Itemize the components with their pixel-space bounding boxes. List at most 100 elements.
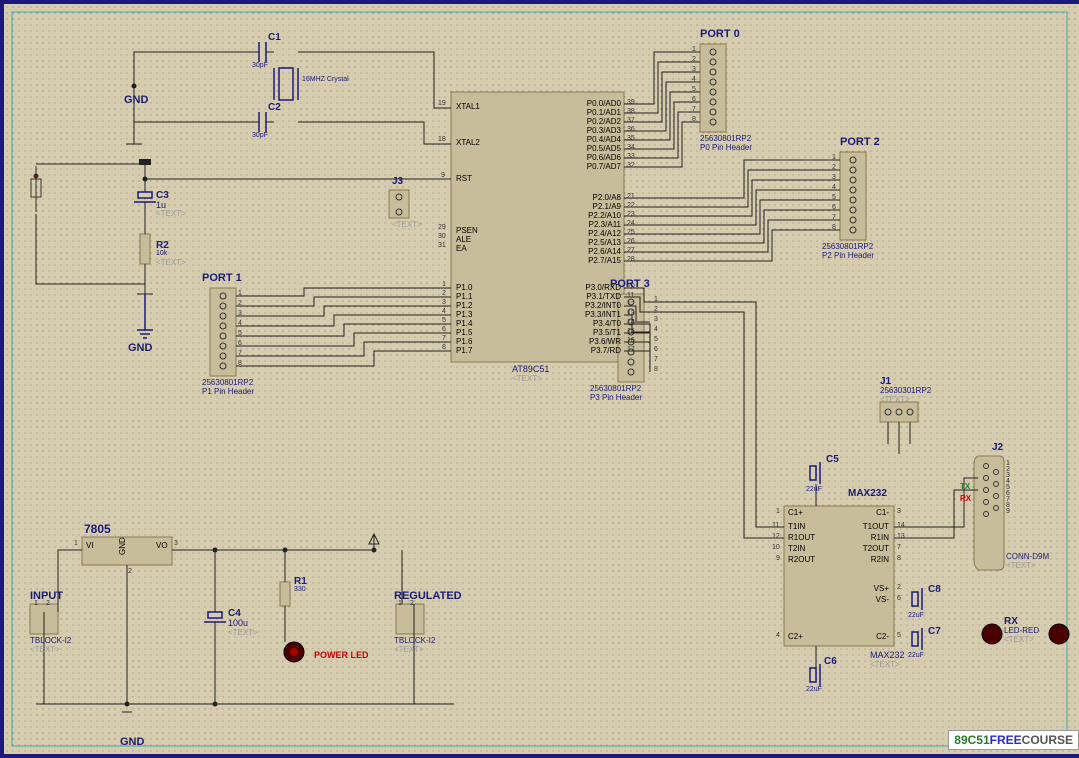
port0nums-pin3: 3 — [692, 66, 696, 73]
mcu-pn-r8: 21 — [627, 193, 635, 200]
port2-sub: P2 Pin Header — [822, 251, 874, 260]
max-c1m: C1- — [876, 508, 889, 517]
port2nums-pin2: 2 — [832, 164, 836, 171]
port3-sub: P3 Pin Header — [590, 393, 642, 402]
xtal-val: 16MHZ Crystal — [302, 76, 349, 83]
mcu-pin-p23: P2.3/A11 — [589, 220, 621, 229]
c2-val: 30pF — [252, 132, 268, 139]
port3nums-pin1: 1 — [654, 296, 658, 303]
mcu-pin-p17: P1.7 — [456, 346, 472, 355]
port3nums-pin7: 7 — [654, 356, 658, 363]
max-lp3: 10 — [772, 544, 780, 551]
mcu-pn-r18: 12 — [627, 301, 635, 308]
max-t2out: T2OUT — [863, 544, 889, 553]
port0nums-pin8: 8 — [692, 116, 696, 123]
powerled-label: POWER LED — [314, 650, 369, 660]
mcu-pin-p04: P0.4/AD4 — [587, 135, 621, 144]
port1nums-pin3: 3 — [238, 310, 242, 317]
mcu-pn-r4: 35 — [627, 135, 635, 142]
c6-ref: C6 — [824, 656, 837, 667]
c3-txt: <TEXT> — [156, 209, 186, 218]
gnd3: GND — [120, 736, 144, 748]
mcu-pn-r1: 38 — [627, 108, 635, 115]
mcu-pin-p36: P3.6/WR — [589, 337, 621, 346]
port1nums-pin2: 2 — [238, 300, 242, 307]
port0nums-pin7: 7 — [692, 106, 696, 113]
c5-val: 22uF — [806, 486, 822, 493]
j2-rx: RX — [960, 494, 971, 503]
mcu-pin-p26: P2.6/A14 — [588, 247, 621, 256]
mcu-pin-ale: ALE — [456, 235, 471, 244]
max-rp3: 7 — [897, 544, 901, 551]
mcu-pin-ea: EA — [456, 244, 467, 253]
in-p1: 1 — [34, 600, 38, 607]
mcu-pin-p16: P1.6 — [456, 337, 472, 346]
max-rp5: 2 — [897, 584, 901, 591]
port3-part: 25630801RP2 — [590, 384, 641, 393]
mcu-pn-r12: 25 — [627, 229, 635, 236]
port3nums-pin5: 5 — [654, 336, 658, 343]
port2nums-pin7: 7 — [832, 214, 836, 221]
schematic-canvas[interactable]: XTAL1 XTAL2 RST PSEN ALE EA P1.0 P1.1 P1… — [0, 0, 1079, 758]
j3-ref: J3 — [392, 176, 403, 187]
mcu-pn-r10: 23 — [627, 211, 635, 218]
max-c2m: C2- — [876, 632, 889, 641]
port2nums-pin1: 1 — [832, 154, 836, 161]
port1nums-pin4: 4 — [238, 320, 242, 327]
mcu-pin-p35: P3.5/T1 — [593, 328, 621, 337]
mcu-pin-p06: P0.6/AD6 — [587, 153, 621, 162]
port1nums-pin5: 5 — [238, 330, 242, 337]
mcu-pin-p13: P1.3 — [456, 310, 472, 319]
mcu-pn-l11: 6 — [442, 326, 446, 333]
max-c1p: C1+ — [788, 508, 803, 517]
mcu-pn-r14: 27 — [627, 247, 635, 254]
mcu-pn-r23: 17 — [627, 346, 635, 353]
max-lp0: 1 — [776, 508, 780, 515]
port0nums-pin6: 6 — [692, 96, 696, 103]
mcu-pn-r17: 11 — [627, 292, 634, 299]
mcu-pn-l3: 29 — [438, 224, 446, 231]
7805-p2: 2 — [128, 568, 132, 575]
port1nums-pin8: 8 — [238, 360, 242, 367]
7805-p1: 1 — [74, 540, 78, 547]
mcu-pin-p03: P0.3/AD3 — [587, 126, 621, 135]
mcu-pin-p07: P0.7/AD7 — [587, 162, 621, 171]
mcu-pn-r2: 37 — [627, 117, 635, 124]
c5-ref: C5 — [826, 454, 839, 465]
mcu-pn-l0: 19 — [438, 100, 446, 107]
mcu-pn-r0: 39 — [627, 99, 635, 106]
port3nums-pin8: 8 — [654, 366, 658, 373]
mcu-pin-p10: P1.0 — [456, 283, 472, 292]
mcu-pn-r21: 15 — [627, 328, 635, 335]
port2nums-pin8: 8 — [832, 224, 836, 231]
mcu-pn-r3: 36 — [627, 126, 635, 133]
logo-b: FREE — [990, 733, 1022, 747]
mcu-pin-p21: P2.1/A9 — [593, 202, 621, 211]
reg-p2: 2 — [410, 600, 414, 607]
port1-sub: P1 Pin Header — [202, 387, 254, 396]
max-vsm: VS- — [876, 595, 889, 604]
input-txt: <TEXT> — [30, 645, 60, 654]
j2-txt: <TEXT> — [1006, 561, 1036, 570]
mcu-pin-p01: P0.1/AD1 — [587, 108, 621, 117]
mcu-pn-r9: 22 — [627, 202, 635, 209]
mcu-pin-p37: P3.7/RD — [591, 346, 621, 355]
mcu-pin-p22: P2.2/A10 — [588, 211, 621, 220]
mcu-pn-r15: 28 — [627, 256, 635, 263]
port2nums-pin5: 5 — [832, 194, 836, 201]
mcu-pin-p33: P3.3/INT1 — [585, 310, 621, 319]
max-lp5: 4 — [776, 632, 780, 639]
port2-title: PORT 2 — [840, 136, 880, 148]
mcu-pn-r11: 24 — [627, 220, 635, 227]
max-r2out: R2OUT — [788, 555, 815, 564]
port1nums-pin7: 7 — [238, 350, 242, 357]
mcu-pn-l13: 8 — [442, 344, 446, 351]
reg-p1: 1 — [398, 600, 402, 607]
mcu-pin-xtal2: XTAL2 — [456, 138, 480, 147]
c7-val: 22uF — [908, 652, 924, 659]
max-part: MAX232 — [870, 650, 905, 660]
mcu-pin-p11: P1.1 — [456, 292, 472, 301]
mcu-pn-l7: 2 — [442, 290, 446, 297]
port0nums-pin4: 4 — [692, 76, 696, 83]
port2nums-pin6: 6 — [832, 204, 836, 211]
